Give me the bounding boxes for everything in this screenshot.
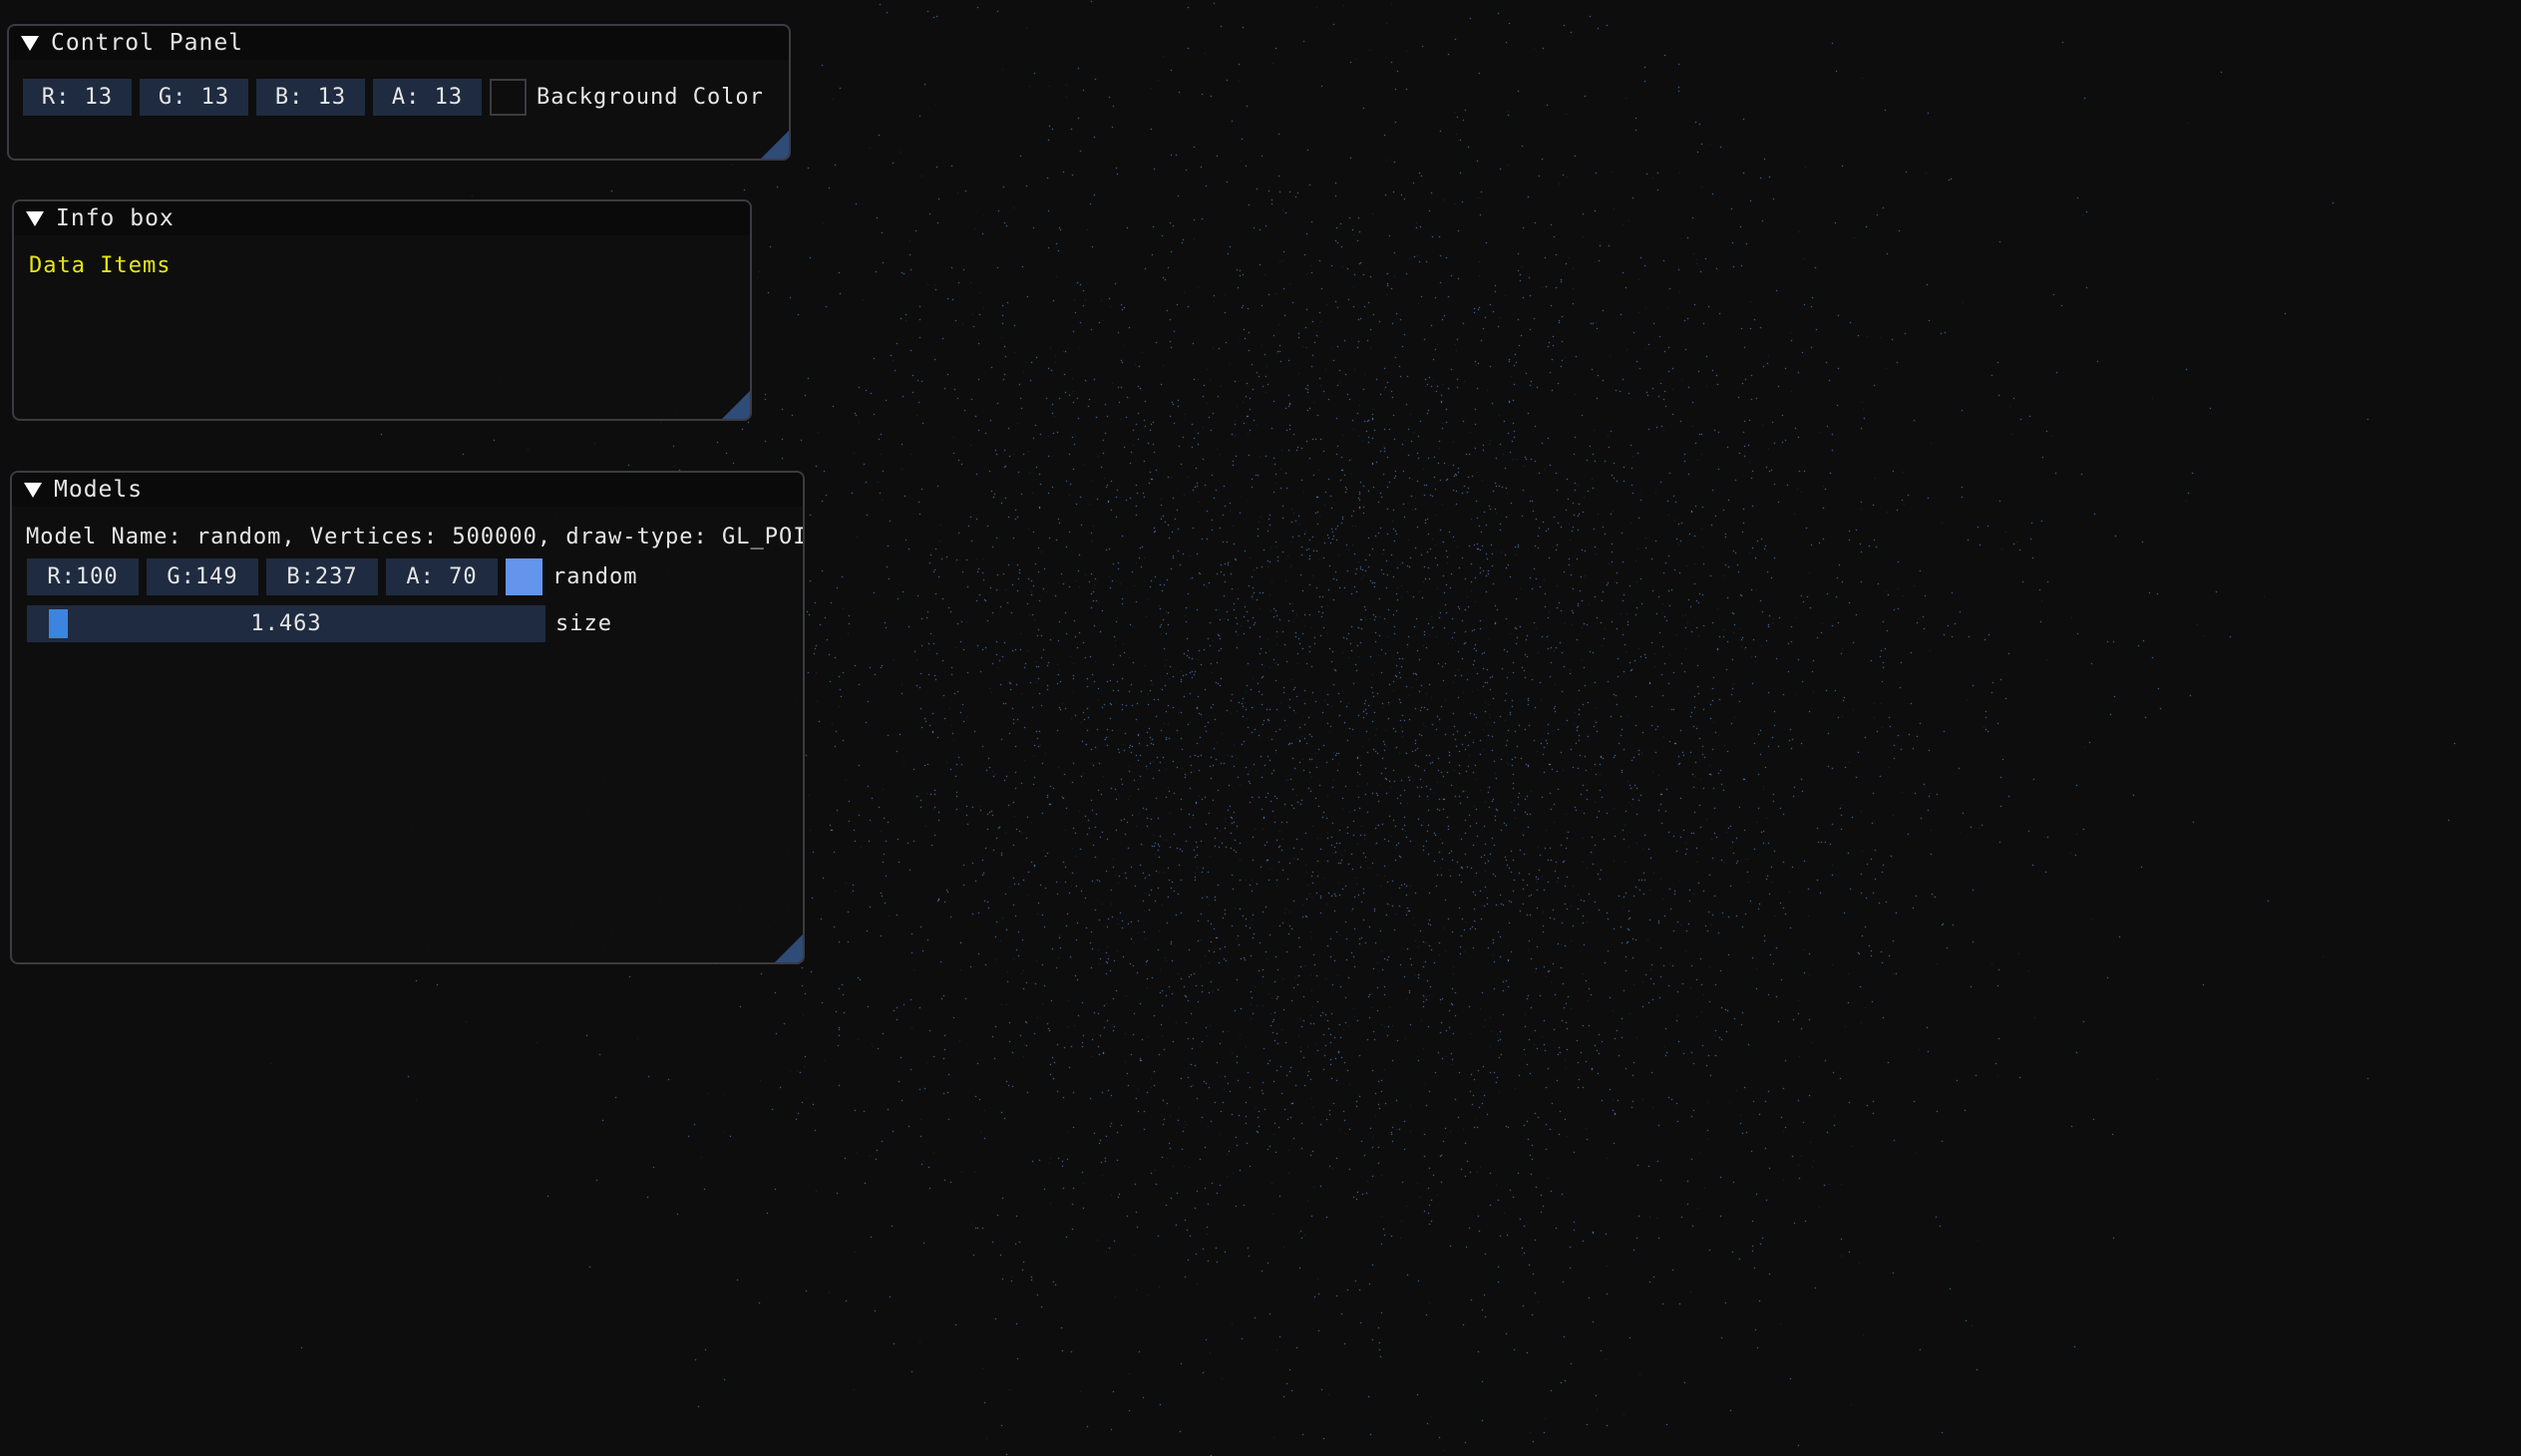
bg-red-drag[interactable]: R: 13: [23, 79, 132, 116]
bg-alpha-drag[interactable]: A: 13: [373, 79, 482, 116]
slider-grab-handle[interactable]: [49, 609, 68, 638]
size-label: size: [555, 611, 612, 636]
models-titlebar[interactable]: Models: [12, 473, 803, 507]
background-color-label: Background Color: [537, 85, 764, 110]
resize-grip[interactable]: [761, 131, 789, 159]
background-color-swatch[interactable]: [490, 79, 527, 116]
data-items-text: Data Items: [29, 253, 172, 278]
model-red-drag[interactable]: R:100: [27, 558, 139, 595]
control-panel-window[interactable]: Control Panel R: 13 G: 13 B: 13 A: 13 Ba…: [7, 24, 791, 161]
models-title: Models: [54, 477, 144, 503]
model-color-label: random: [552, 564, 638, 589]
resize-grip[interactable]: [775, 934, 803, 962]
model-green-drag[interactable]: G:149: [147, 558, 258, 595]
control-panel-title: Control Panel: [51, 30, 244, 56]
info-box-window[interactable]: Info box Data Items: [12, 199, 752, 421]
info-box-titlebar[interactable]: Info box: [14, 201, 750, 235]
model-alpha-drag[interactable]: A: 70: [386, 558, 498, 595]
resize-grip[interactable]: [722, 391, 750, 419]
render-viewport[interactable]: Control Panel R: 13 G: 13 B: 13 A: 13 Ba…: [0, 0, 2521, 1456]
bg-blue-drag[interactable]: B: 13: [256, 79, 365, 116]
models-window[interactable]: Models Model Name: random, Vertices: 500…: [10, 471, 805, 964]
collapse-arrow-icon[interactable]: [24, 482, 42, 498]
collapse-arrow-icon[interactable]: [21, 35, 39, 51]
model-color-swatch[interactable]: [506, 558, 542, 595]
size-slider[interactable]: 1.463: [27, 605, 545, 642]
model-description: Model Name: random, Vertices: 500000, dr…: [26, 525, 805, 549]
control-panel-titlebar[interactable]: Control Panel: [9, 26, 789, 60]
bg-green-drag[interactable]: G: 13: [140, 79, 248, 116]
collapse-arrow-icon[interactable]: [26, 210, 44, 226]
model-blue-drag[interactable]: B:237: [266, 558, 378, 595]
info-box-title: Info box: [56, 205, 175, 231]
size-value: 1.463: [250, 611, 322, 636]
